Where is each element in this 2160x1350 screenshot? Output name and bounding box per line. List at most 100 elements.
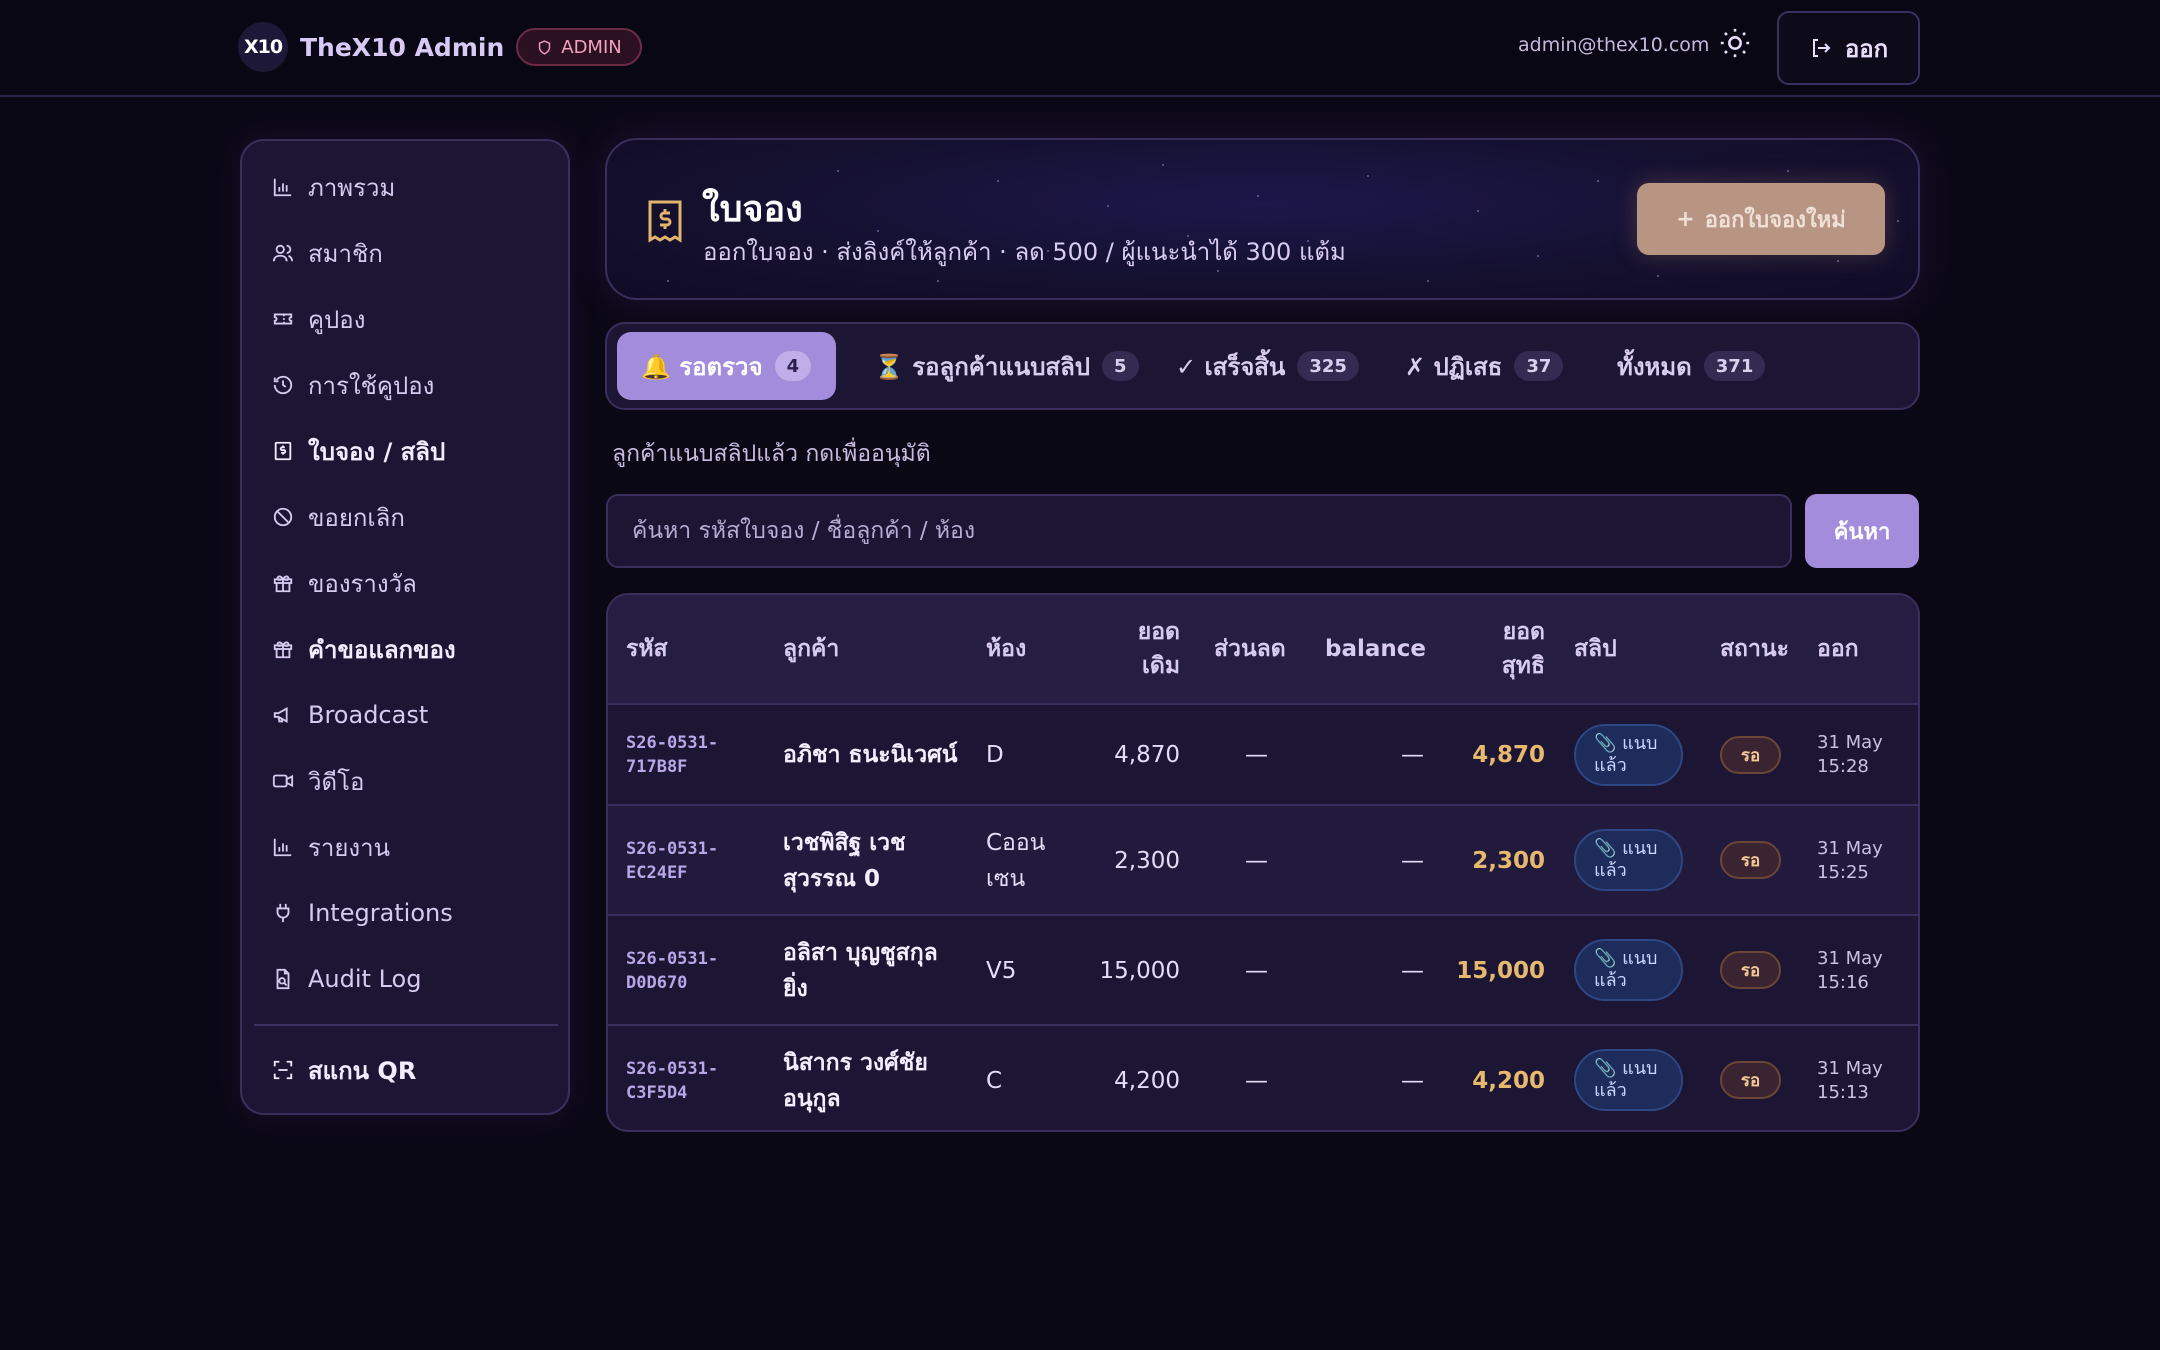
booking-code[interactable]: S26-0531-717B8F xyxy=(626,731,736,779)
scan-qr-icon xyxy=(273,1060,293,1080)
app-title: TheX10 Admin xyxy=(300,32,505,62)
sidebar-item-label: คูปอง xyxy=(308,305,366,334)
net-amount: 4,870 xyxy=(1472,742,1545,768)
customer-name: อภิชา ธนะนิเวศน์ xyxy=(783,742,958,768)
net-amount: 2,300 xyxy=(1472,848,1545,874)
column-header-discount: ส่วนลด xyxy=(1214,636,1286,662)
table-row[interactable]: S26-0531-717B8F อภิชา ธนะนิเวศน์ D 4,870… xyxy=(608,705,1918,806)
page-title: ใบจอง xyxy=(702,189,803,230)
balance: — xyxy=(1401,742,1424,768)
brand[interactable]: X10 TheX10 Admin ADMIN xyxy=(238,22,642,72)
sidebar-item-coupon-usage[interactable]: การใช้คูปอง xyxy=(272,365,434,405)
sidebar-item-label: Broadcast xyxy=(308,701,429,729)
sidebar: ภาพรวม สมาชิก คูปอง การใช้คูปอง ใบจอง / … xyxy=(240,139,570,1115)
sidebar-item-redeem-requests[interactable]: คำขอแลกของ xyxy=(272,629,456,669)
tab-pending-review[interactable]: 🔔 รอตรวจ 4 xyxy=(617,332,836,400)
column-header-net: ยอด สุทธิ xyxy=(1501,619,1545,679)
sidebar-divider xyxy=(254,1024,558,1026)
new-booking-button[interactable]: + ออกใบจองใหม่ xyxy=(1637,183,1885,255)
issued-time: 31 May 15:25 xyxy=(1817,838,1883,883)
slip-attached-badge[interactable]: 📎 แนบแล้ว xyxy=(1574,1049,1683,1111)
slip-attached-badge[interactable]: 📎 แนบแล้ว xyxy=(1574,939,1683,1001)
page-header-card: ใบจอง ออกใบจอง · ส่งลิงค์ให้ลูกค้า · ลด … xyxy=(605,138,1920,300)
column-header-balance: balance xyxy=(1325,636,1426,662)
balance: — xyxy=(1401,1068,1424,1094)
tab-all[interactable]: ทั้งหมด 371 xyxy=(1593,332,1789,400)
customer-name: เวชพิสิฐ เวชสุวรรณ 0 xyxy=(783,830,906,892)
file-search-icon xyxy=(276,968,290,990)
sidebar-item-coupons[interactable]: คูปอง xyxy=(272,299,365,339)
sidebar-item-integrations[interactable]: Integrations xyxy=(272,893,453,933)
room: C xyxy=(986,1068,1003,1094)
sidebar-item-reports[interactable]: รายงาน xyxy=(272,827,390,867)
search-button[interactable]: ค้นหา xyxy=(1805,494,1919,568)
customer-name: นิสากร วงศ์ชัยอนุกูล xyxy=(783,1050,928,1112)
sidebar-item-bookings[interactable]: ใบจอง / สลิป xyxy=(272,431,445,471)
helper-text: ลูกค้าแนบสลิปแล้ว กดเพื่ออนุมัติ xyxy=(612,441,931,467)
receipt-icon xyxy=(274,441,292,461)
plug-icon xyxy=(276,903,290,923)
room: D xyxy=(986,742,1004,768)
status-badge: รอ xyxy=(1720,1061,1781,1099)
room: V5 xyxy=(986,958,1017,984)
slip-attached-badge[interactable]: 📎 แนบแล้ว xyxy=(1574,724,1683,786)
tab-count: 37 xyxy=(1514,351,1564,381)
issued-time: 31 May 15:13 xyxy=(1817,1058,1883,1103)
logout-label: ออก xyxy=(1844,34,1889,63)
booking-code[interactable]: S26-0531-C3F5D4 xyxy=(626,1057,736,1105)
table-row[interactable]: S26-0531-EC24EF เวชพิสิฐ เวชสุวรรณ 0 Cออ… xyxy=(608,806,1918,916)
column-header-code: รหัส xyxy=(626,636,668,662)
logout-icon xyxy=(1812,39,1831,57)
sidebar-item-overview[interactable]: ภาพรวม xyxy=(272,167,395,207)
tab-label: ✗ ปฏิเสธ xyxy=(1405,352,1503,381)
sidebar-item-audit-log[interactable]: Audit Log xyxy=(272,959,421,999)
ban-icon xyxy=(273,507,293,527)
sidebar-item-members[interactable]: สมาชิก xyxy=(272,233,383,273)
column-header-original: ยอด เดิม xyxy=(1137,619,1180,679)
sidebar-item-label: Audit Log xyxy=(308,965,422,993)
issued-time: 31 May 15:16 xyxy=(1817,948,1883,993)
megaphone-icon xyxy=(273,707,288,723)
receipt-icon xyxy=(648,200,682,243)
net-amount: 15,000 xyxy=(1456,958,1545,984)
sidebar-item-label: Integrations xyxy=(308,899,453,927)
sidebar-item-rewards[interactable]: ของรางวัล xyxy=(272,563,417,603)
sun-icon[interactable] xyxy=(1718,26,1752,60)
bookings-table: รหัส ลูกค้า ห้อง ยอด เดิม ส่วนลด balance… xyxy=(606,593,1920,1132)
tab-count: 4 xyxy=(774,351,812,381)
issued-time: 31 May 15:28 xyxy=(1817,732,1883,777)
column-header-status: สถานะ xyxy=(1720,636,1789,662)
role-badge-label: ADMIN xyxy=(561,36,622,58)
customer-name: อลิสา บุญชูสกุลยิ่ง xyxy=(783,940,938,1002)
tab-count: 371 xyxy=(1703,351,1766,381)
tab-label: ทั้งหมด xyxy=(1617,352,1692,381)
sidebar-item-label: สมาชิก xyxy=(308,239,383,268)
column-header-room: ห้อง xyxy=(986,636,1027,662)
room: Cออนเซน xyxy=(986,830,1046,892)
search-input[interactable] xyxy=(606,494,1792,568)
tab-awaiting-slip[interactable]: ⏳ รอลูกค้าแนบสลิป 5 xyxy=(850,332,1163,400)
gift-icon xyxy=(273,641,293,659)
app-logo: X10 xyxy=(238,22,288,72)
column-header-issued: ออก xyxy=(1817,636,1859,662)
slip-attached-badge[interactable]: 📎 แนบแล้ว xyxy=(1574,829,1683,891)
balance: — xyxy=(1401,848,1424,874)
logout-button[interactable]: ออก xyxy=(1777,11,1920,85)
sidebar-item-scan-qr[interactable]: สแกน QR xyxy=(272,1050,416,1090)
booking-code[interactable]: S26-0531-D0D670 xyxy=(626,947,736,995)
sidebar-item-cancel-requests[interactable]: ขอยกเลิก xyxy=(272,497,405,537)
booking-code[interactable]: S26-0531-EC24EF xyxy=(626,837,736,885)
table-row[interactable]: S26-0531-D0D670 อลิสา บุญชูสกุลยิ่ง V5 1… xyxy=(608,916,1918,1026)
column-header-slip: สลิป xyxy=(1574,636,1617,662)
tab-rejected[interactable]: ✗ ปฏิเสธ 37 xyxy=(1381,332,1587,400)
sidebar-item-label: รายงาน xyxy=(308,833,391,862)
sidebar-item-label: ของรางวัล xyxy=(308,569,417,598)
sidebar-item-broadcast[interactable]: Broadcast xyxy=(272,695,428,735)
status-tabs: 🔔 รอตรวจ 4 ⏳ รอลูกค้าแนบสลิป 5 ✓ เสร็จสิ… xyxy=(605,322,1920,410)
sidebar-item-label: คำขอแลกของ xyxy=(308,635,456,664)
tab-completed[interactable]: ✓ เสร็จสิ้น 325 xyxy=(1152,332,1383,400)
sidebar-item-videos[interactable]: วิดีโอ xyxy=(272,761,364,801)
column-header-customer: ลูกค้า xyxy=(783,636,840,662)
table-row[interactable]: S26-0531-C3F5D4 นิสากร วงศ์ชัยอนุกูล C 4… xyxy=(608,1026,1918,1130)
bar-chart-icon xyxy=(273,178,292,197)
